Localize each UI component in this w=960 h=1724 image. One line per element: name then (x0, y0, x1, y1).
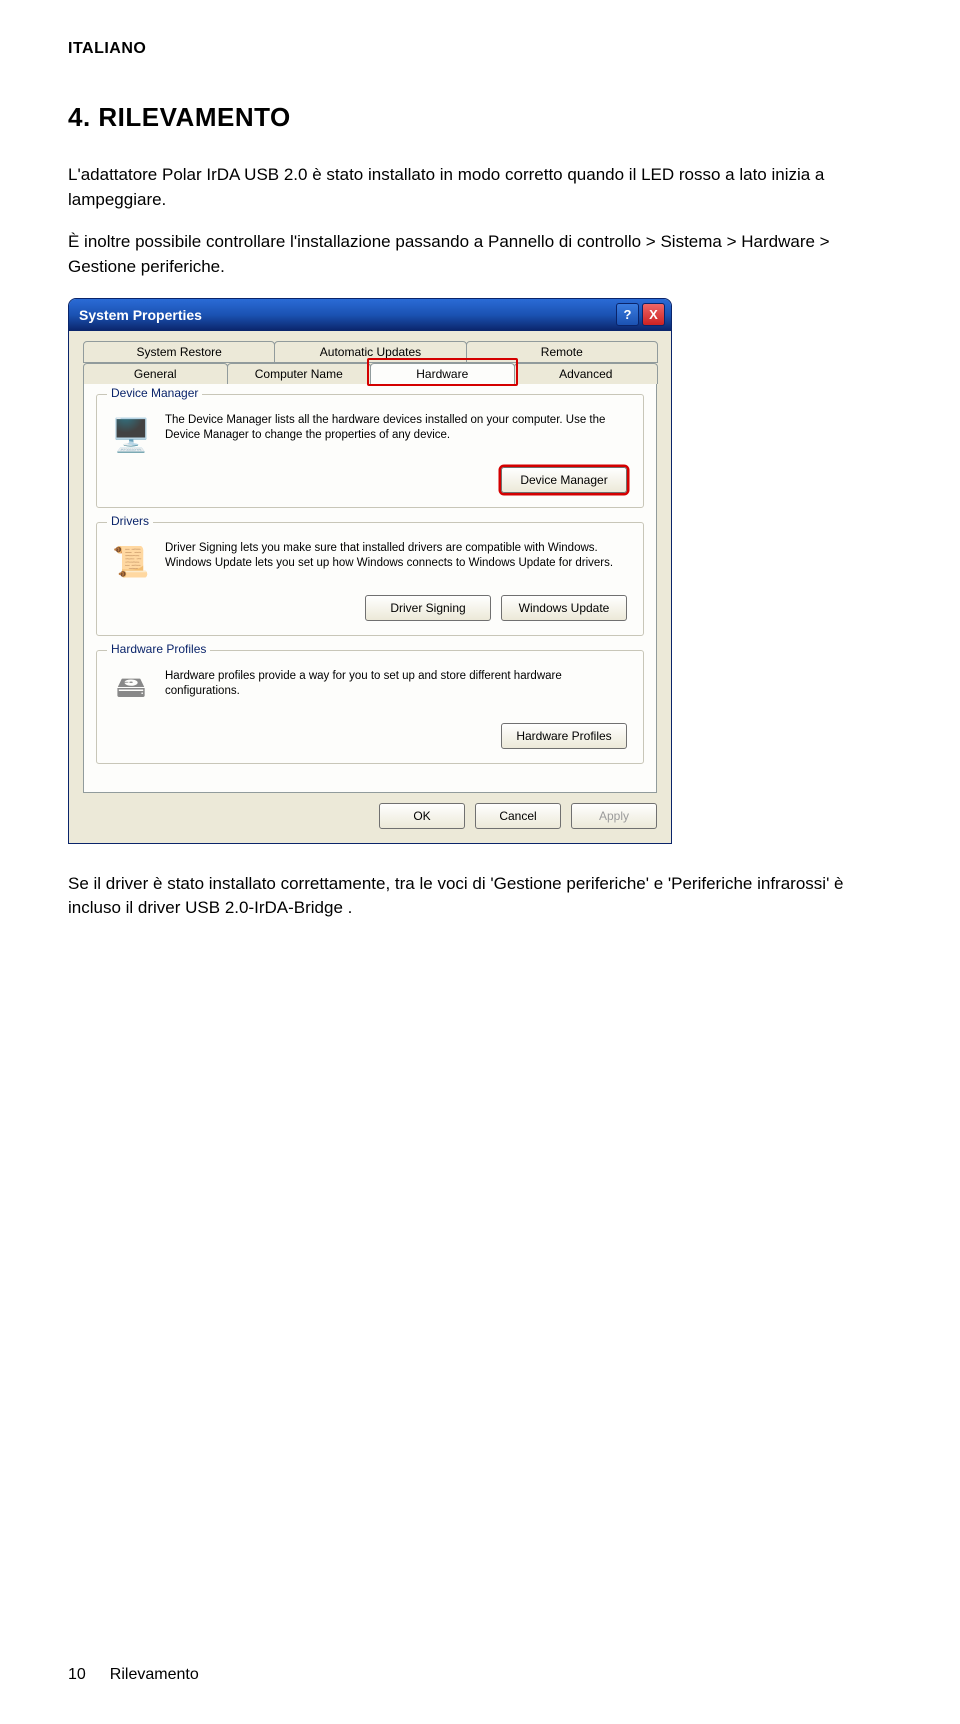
group-hardware-profiles: Hardware Profiles 🖴 Hardware profiles pr… (96, 650, 644, 764)
tab-system-restore[interactable]: System Restore (83, 341, 275, 363)
titlebar: System Properties ? X (69, 299, 671, 331)
paragraph-2: È inoltre possibile controllare l'instal… (68, 230, 892, 279)
legend-hardware-profiles: Hardware Profiles (107, 642, 210, 656)
hardware-profiles-icon: 🖴 (109, 669, 153, 713)
tab-general[interactable]: General (83, 363, 228, 384)
cancel-button[interactable]: Cancel (475, 803, 561, 829)
tab-hardware-label: Hardware (416, 367, 468, 381)
group-device-manager: Device Manager 🖥️ The Device Manager lis… (96, 394, 644, 508)
tab-advanced[interactable]: Advanced (514, 363, 659, 384)
ok-button[interactable]: OK (379, 803, 465, 829)
drivers-description: Driver Signing lets you make sure that i… (165, 541, 631, 572)
device-manager-icon: 🖥️ (109, 413, 153, 457)
section-heading: 4. RILEVAMENTO (68, 102, 892, 133)
tab-hardware[interactable]: Hardware (370, 363, 515, 384)
tab-remote[interactable]: Remote (466, 341, 658, 363)
help-button[interactable]: ? (616, 303, 639, 326)
driver-signing-button[interactable]: Driver Signing (365, 595, 491, 621)
legend-drivers: Drivers (107, 514, 153, 528)
paragraph-1: L'adattatore Polar IrDA USB 2.0 è stato … (68, 163, 892, 212)
apply-button[interactable]: Apply (571, 803, 657, 829)
tab-computer-name[interactable]: Computer Name (227, 363, 372, 384)
tab-automatic-updates[interactable]: Automatic Updates (274, 341, 466, 363)
windows-update-button[interactable]: Windows Update (501, 595, 627, 621)
device-manager-button[interactable]: Device Manager (501, 467, 627, 493)
system-properties-window: System Properties ? X System Restore Aut… (68, 298, 672, 844)
hardware-profiles-button[interactable]: Hardware Profiles (501, 723, 627, 749)
hardware-profiles-description: Hardware profiles provide a way for you … (165, 669, 631, 700)
window-title: System Properties (75, 307, 613, 323)
group-drivers: Drivers 📜 Driver Signing lets you make s… (96, 522, 644, 636)
drivers-icon: 📜 (109, 541, 153, 585)
language-label: ITALIANO (68, 40, 892, 58)
legend-device-manager: Device Manager (107, 386, 202, 400)
footer-section-name: Rilevamento (110, 1666, 199, 1684)
tabstrip: System Restore Automatic Updates Remote … (69, 331, 671, 384)
page-footer: 10 Rilevamento (68, 1666, 199, 1684)
tab-body: Device Manager 🖥️ The Device Manager lis… (83, 384, 657, 793)
paragraph-3: Se il driver è stato installato corretta… (68, 872, 892, 921)
close-button[interactable]: X (642, 303, 665, 326)
page-number: 10 (68, 1666, 86, 1684)
dialog-button-row: OK Cancel Apply (69, 803, 671, 843)
device-manager-description: The Device Manager lists all the hardwar… (165, 413, 631, 444)
